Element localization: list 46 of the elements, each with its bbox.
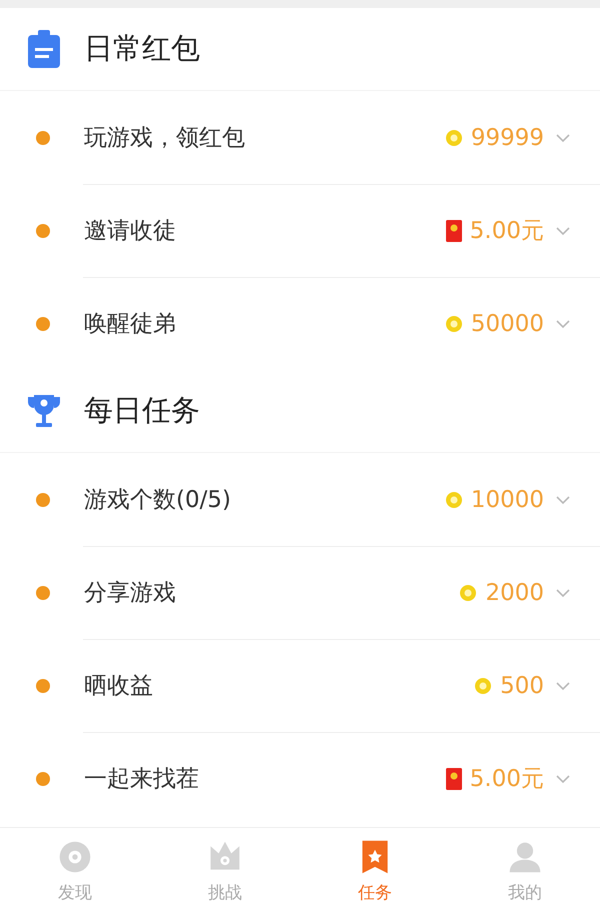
task-row[interactable]: 玩游戏，领红包 99999 bbox=[0, 91, 600, 184]
coin-icon bbox=[444, 128, 463, 146]
task-name: 邀请收徒 bbox=[84, 217, 177, 246]
coin-icon bbox=[474, 676, 492, 694]
chevron-down-icon bbox=[556, 226, 570, 234]
task-name: 玩游戏，领红包 bbox=[84, 124, 246, 153]
envelope-icon bbox=[446, 220, 462, 242]
bullet-dot bbox=[36, 772, 50, 786]
task-name: 游戏个数(0/5) bbox=[84, 486, 232, 515]
reward-amount: 5.00元 bbox=[470, 217, 544, 246]
coin-icon bbox=[444, 490, 463, 508]
task-row[interactable]: 晒收益 500 bbox=[0, 639, 600, 732]
coin-icon bbox=[459, 584, 478, 602]
section-title: 日常红包 bbox=[84, 30, 200, 67]
bullet-dot bbox=[36, 492, 50, 506]
task-name: 一起来找茬 bbox=[84, 765, 200, 794]
chevron-down-icon bbox=[556, 682, 570, 690]
task-row[interactable]: 邀请收徒 5.00元 bbox=[0, 184, 600, 277]
chevron-down-icon bbox=[556, 774, 570, 782]
reward-amount: 10000 bbox=[470, 486, 544, 512]
chevron-down-icon bbox=[556, 496, 570, 504]
task-name: 分享游戏 bbox=[84, 579, 177, 608]
envelope-icon bbox=[446, 768, 462, 790]
bullet-dot bbox=[36, 586, 50, 600]
task-name: 唤醒徒弟 bbox=[84, 310, 177, 339]
task-row[interactable]: 游戏个数(0/5) 10000 bbox=[0, 453, 600, 546]
chevron-down-icon bbox=[556, 320, 570, 328]
coin-icon bbox=[444, 314, 463, 332]
chevron-down-icon bbox=[556, 588, 570, 596]
chevron-down-icon bbox=[556, 134, 570, 142]
disc-icon bbox=[57, 838, 93, 874]
bullet-dot bbox=[36, 316, 50, 330]
reward-amount: 2000 bbox=[485, 580, 544, 606]
reward-amount: 50000 bbox=[470, 310, 544, 336]
bullet-dot bbox=[36, 224, 50, 238]
reward-amount: 5.00元 bbox=[470, 765, 544, 794]
task-name: 晒收益 bbox=[84, 672, 154, 701]
bullet-dot bbox=[36, 130, 50, 144]
bullet-dot bbox=[36, 678, 50, 692]
section-title: 每日任务 bbox=[84, 392, 200, 429]
task-row[interactable]: 分享游戏 2000 bbox=[0, 546, 600, 639]
reward-amount: 99999 bbox=[470, 124, 544, 150]
clipboard-icon bbox=[26, 29, 62, 69]
task-row[interactable]: 唤醒徒弟 50000 bbox=[0, 277, 600, 370]
task-row[interactable]: 一起来找茬 5.00元 bbox=[0, 732, 600, 825]
reward-amount: 500 bbox=[500, 672, 544, 698]
